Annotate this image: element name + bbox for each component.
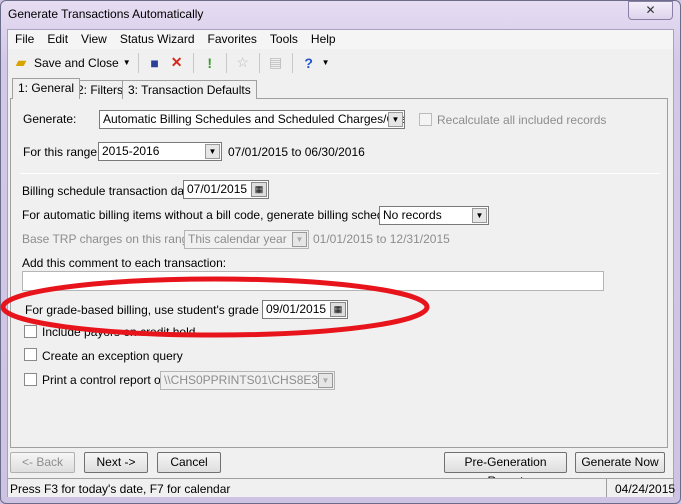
status-hint: Press F3 for today's date, F7 for calend…: [10, 482, 231, 496]
comment-label: Add this comment to each transaction:: [22, 256, 227, 270]
back-button[interactable]: <- Back: [10, 452, 75, 473]
status-icon[interactable]: !: [201, 54, 219, 72]
status-bar: Press F3 for today's date, F7 for calend…: [8, 478, 676, 497]
chevron-down-icon[interactable]: ▼: [388, 112, 403, 127]
next-button[interactable]: Next ->: [84, 452, 148, 473]
favorite-icon[interactable]: ☆: [234, 54, 252, 72]
generate-select[interactable]: Automatic Billing Schedules and Schedule…: [99, 110, 405, 129]
toolbar-divider: [291, 52, 293, 73]
save-close-icon: ▰: [15, 54, 27, 70]
no-bill-code-label: For automatic billing items without a bi…: [22, 208, 423, 222]
calendar-icon[interactable]: ▦: [251, 182, 267, 197]
range-select[interactable]: 2015-2016 ▼: [98, 142, 222, 161]
printer-select[interactable]: \\CHS0PPRINTS01\CHS8E316 ▼: [160, 371, 335, 390]
exception-query-checkbox[interactable]: [24, 348, 37, 361]
close-button[interactable]: ✕: [628, 1, 673, 20]
generate-label: Generate:: [23, 112, 77, 126]
calendar-icon[interactable]: ▦: [330, 302, 346, 317]
status-date: 04/24/2015: [615, 482, 676, 496]
menu-bar: File Edit View Status Wizard Favorites T…: [8, 30, 673, 49]
toolbar-divider: [192, 52, 194, 73]
grade-date-label: For grade-based billing, use student's g…: [25, 303, 292, 317]
save-and-close-button[interactable]: Save and Close: [34, 56, 119, 70]
toolbar-divider: [258, 52, 260, 73]
grade-date-field[interactable]: 09/01/2015 ▦: [262, 300, 348, 319]
toolbar: ▰ Save and Close ▼ ■ ✕ ! ☆ ▤ ? ▼: [8, 50, 673, 75]
report-icon[interactable]: ▤: [267, 54, 285, 72]
chevron-down-icon[interactable]: ▼: [472, 208, 487, 223]
trp-label: Base TRP charges on this range: [22, 232, 195, 246]
recalculate-checkbox[interactable]: [419, 113, 432, 126]
chevron-down-icon[interactable]: ▼: [322, 58, 330, 67]
billing-date-field[interactable]: 07/01/2015 ▦: [183, 180, 269, 199]
credit-hold-checkbox[interactable]: [24, 325, 37, 338]
credit-hold-label: Include payors on credit hold: [42, 325, 196, 339]
delete-icon[interactable]: ✕: [168, 54, 186, 72]
save-icon[interactable]: ■: [146, 54, 164, 72]
no-bill-code-value: No records: [383, 208, 442, 222]
cancel-button[interactable]: Cancel: [157, 452, 221, 473]
toolbar-divider: [225, 52, 227, 73]
generate-value: Automatic Billing Schedules and Schedule…: [103, 112, 405, 126]
chevron-down-icon[interactable]: ▼: [318, 373, 333, 388]
control-report-checkbox[interactable]: [24, 373, 37, 386]
exception-query-label: Create an exception query: [42, 349, 183, 363]
range-label: For this range:: [23, 145, 101, 159]
trp-value: This calendar year: [188, 232, 287, 246]
chevron-down-icon[interactable]: ▼: [292, 232, 307, 247]
menu-edit[interactable]: Edit: [40, 30, 74, 49]
menu-status-wizard[interactable]: Status Wizard: [113, 30, 201, 49]
comment-input[interactable]: [22, 271, 604, 291]
no-bill-code-select[interactable]: No records ▼: [379, 206, 489, 225]
tab-general[interactable]: 1: General: [12, 78, 81, 99]
pre-generation-report-button[interactable]: Pre-Generation Report: [444, 452, 567, 488]
chevron-down-icon[interactable]: ▼: [205, 144, 220, 159]
range-dates: 07/01/2015 to 06/30/2016: [228, 145, 365, 159]
menu-help[interactable]: Help: [304, 30, 342, 49]
window-title: Generate Transactions Automatically: [8, 7, 204, 21]
control-report-label: Print a control report on: [42, 373, 168, 387]
chevron-down-icon[interactable]: ▼: [123, 58, 131, 67]
status-divider: [606, 479, 607, 497]
menu-favorites[interactable]: Favorites: [201, 30, 263, 49]
recalculate-label: Recalculate all included records: [437, 113, 607, 127]
help-icon[interactable]: ?: [300, 54, 318, 72]
tab-transaction-defaults[interactable]: 3: Transaction Defaults: [122, 80, 257, 99]
billing-date-label: Billing schedule transaction date:: [22, 184, 198, 198]
menu-view[interactable]: View: [74, 30, 113, 49]
generate-now-button[interactable]: Generate Now: [575, 452, 665, 473]
menu-file[interactable]: File: [8, 30, 40, 49]
printer-value: \\CHS0PPRINTS01\CHS8E316: [164, 373, 332, 387]
toolbar-divider: [137, 52, 139, 73]
billing-date-value: 07/01/2015: [187, 182, 248, 196]
grade-date-value: 09/01/2015: [266, 302, 327, 316]
trp-select[interactable]: This calendar year ▼: [184, 230, 309, 249]
range-value: 2015-2016: [102, 144, 160, 158]
trp-dates: 01/01/2015 to 12/31/2015: [313, 232, 450, 246]
divider: [20, 173, 660, 174]
menu-tools[interactable]: Tools: [263, 30, 304, 49]
